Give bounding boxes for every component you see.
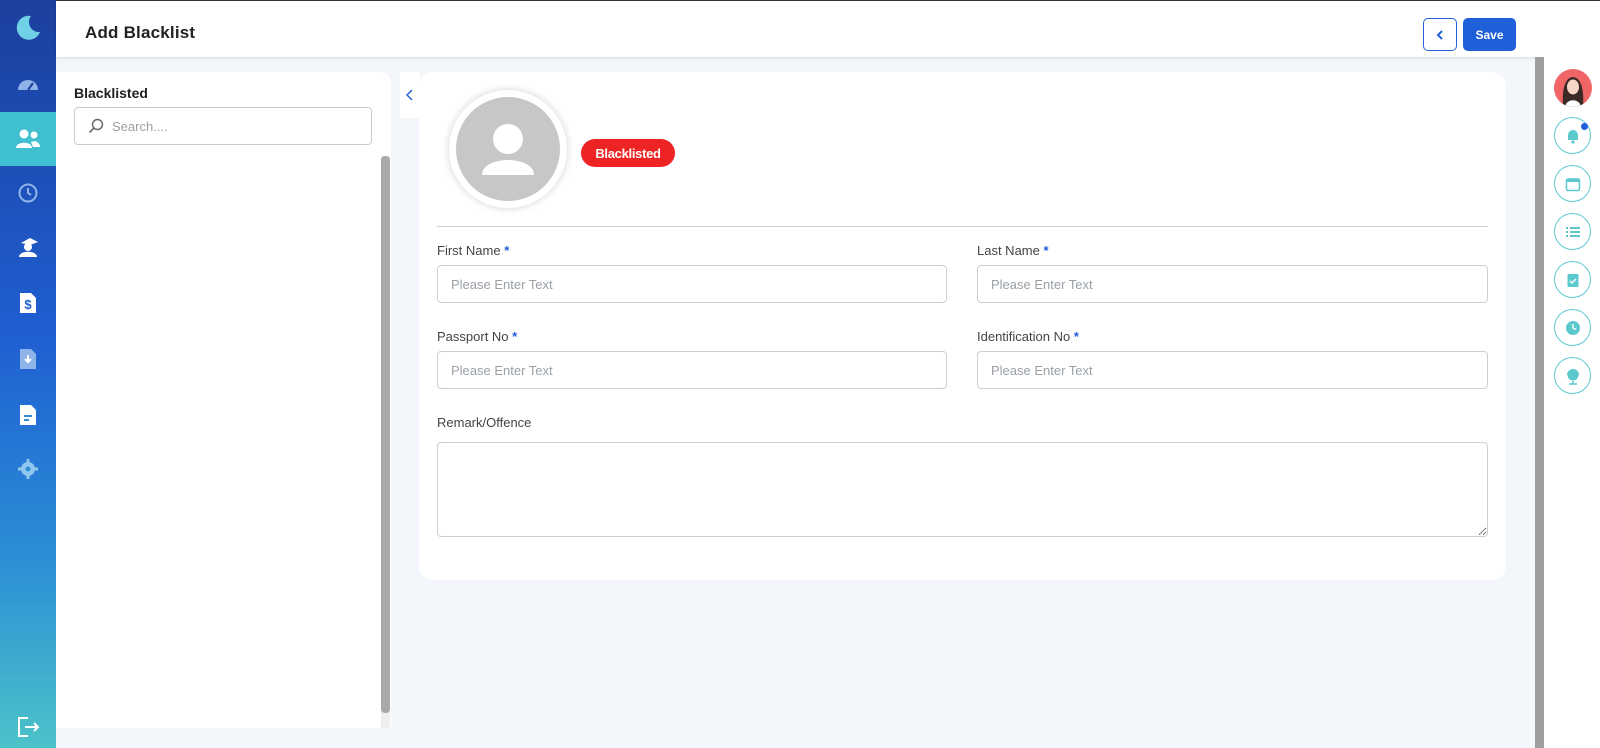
first-name-input[interactable] — [437, 265, 947, 303]
list-icon — [1565, 226, 1580, 237]
search-box — [74, 107, 372, 145]
back-button[interactable] — [1423, 18, 1457, 51]
required-mark: * — [504, 243, 510, 258]
profile-photo[interactable] — [449, 90, 567, 208]
last-name-label-text: Last Name — [977, 243, 1040, 258]
identification-no-label: Identification No * — [977, 329, 1079, 344]
calendar-button[interactable] — [1554, 165, 1591, 202]
list-title: Blacklisted — [74, 85, 148, 101]
avatar-placeholder — [456, 97, 560, 201]
report-doc-icon — [20, 405, 36, 425]
required-mark: * — [1043, 243, 1049, 258]
svg-text:$: $ — [24, 297, 32, 312]
last-name-input[interactable] — [977, 265, 1488, 303]
blacklisted-status-badge: Blacklisted — [581, 139, 675, 167]
calendar-icon — [1565, 177, 1580, 191]
list-button[interactable] — [1554, 213, 1591, 250]
bell-icon — [1567, 129, 1578, 144]
logout-icon — [18, 717, 40, 737]
user-avatar[interactable] — [1554, 69, 1592, 107]
clock-button[interactable] — [1554, 309, 1591, 346]
globe-button[interactable] — [1554, 357, 1591, 394]
remark-textarea[interactable] — [437, 442, 1488, 537]
first-name-label: First Name * — [437, 243, 509, 258]
blacklist-list-panel: Blacklisted — [56, 72, 391, 728]
page-title: Add Blacklist — [85, 23, 196, 42]
last-name-label: Last Name * — [977, 243, 1049, 258]
chevron-left-icon — [1436, 29, 1443, 40]
identification-no-input[interactable] — [977, 351, 1488, 389]
header-divider — [437, 226, 1488, 227]
app-logo[interactable] — [0, 8, 56, 48]
required-mark: * — [512, 329, 518, 344]
passport-no-input[interactable] — [437, 351, 947, 389]
notifications-button[interactable] — [1554, 117, 1591, 154]
main-sidebar: $ — [0, 0, 56, 748]
user-hat-icon — [19, 238, 38, 257]
moon-logo-icon — [16, 15, 40, 40]
search-input[interactable] — [112, 118, 352, 134]
passport-no-label: Passport No * — [437, 329, 517, 344]
person-silhouette-icon — [482, 124, 534, 175]
page-scrollbar[interactable] — [1535, 57, 1544, 748]
search-icon — [88, 118, 104, 134]
caret-left-icon — [406, 89, 413, 101]
clock-icon — [1565, 320, 1580, 335]
required-mark: * — [1073, 329, 1079, 344]
sidebar-item-reports[interactable] — [0, 388, 56, 442]
dashboard-icon — [18, 80, 38, 91]
sidebar-item-dashboard[interactable] — [0, 58, 56, 112]
identification-no-label-text: Identification No — [977, 329, 1071, 344]
download-doc-icon — [20, 349, 36, 369]
sidebar-item-logout[interactable] — [0, 700, 56, 748]
settings-icon — [18, 459, 38, 479]
list-scrollbar-thumb[interactable] — [381, 156, 390, 713]
save-button[interactable]: Save — [1463, 18, 1516, 51]
clipboard-check-icon — [1567, 273, 1578, 287]
dollar-doc-icon: $ — [20, 293, 36, 313]
first-name-label-text: First Name — [437, 243, 501, 258]
top-header: Add Blacklist Save — [56, 0, 1600, 57]
tasks-button[interactable] — [1554, 261, 1591, 298]
sidebar-item-billing[interactable]: $ — [0, 276, 56, 330]
history-icon — [18, 183, 38, 203]
sidebar-item-people[interactable] — [0, 112, 56, 166]
notification-dot — [1581, 123, 1588, 130]
sidebar-item-settings[interactable] — [0, 442, 56, 496]
passport-no-label-text: Passport No — [437, 329, 509, 344]
people-icon — [16, 129, 40, 148]
sidebar-item-history[interactable] — [0, 166, 56, 220]
sidebar-item-staff[interactable] — [0, 220, 56, 274]
remark-label: Remark/Offence — [437, 415, 532, 430]
right-utility-rail — [1544, 57, 1600, 748]
globe-icon — [1566, 368, 1579, 385]
blacklist-form-card: Blacklisted First Name * Last Name * Pas… — [419, 72, 1506, 580]
sidebar-item-downloads[interactable] — [0, 332, 56, 386]
user-portrait-icon — [1562, 77, 1584, 107]
collapse-panel-toggle[interactable] — [400, 72, 420, 118]
